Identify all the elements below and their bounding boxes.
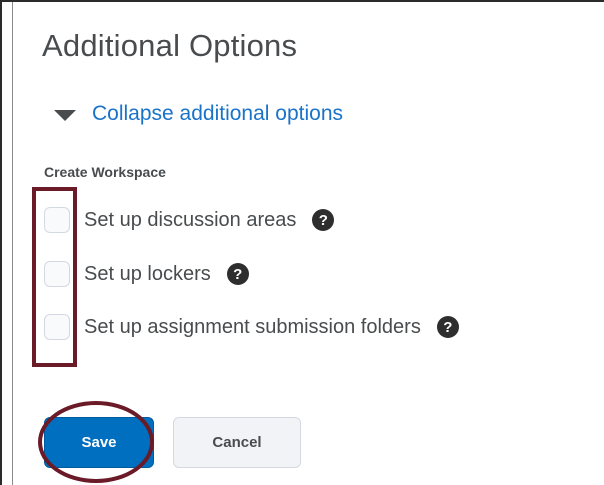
option-label: Set up discussion areas bbox=[84, 208, 297, 231]
option-label: Set up lockers bbox=[84, 262, 211, 285]
help-icon[interactable]: ? bbox=[436, 316, 459, 338]
checkbox-lockers[interactable] bbox=[44, 261, 70, 287]
save-button[interactable]: Save bbox=[44, 417, 154, 468]
page-title: Additional Options bbox=[42, 28, 298, 63]
dialog-frame: Additional Options Collapse additional o… bbox=[0, 0, 604, 485]
help-icon[interactable]: ? bbox=[312, 209, 335, 231]
help-icon[interactable]: ? bbox=[226, 263, 249, 285]
collapse-options-link[interactable]: Collapse additional options bbox=[92, 102, 343, 126]
checkbox-discussion-areas[interactable] bbox=[44, 207, 70, 233]
option-discussion-areas: Set up discussion areas ? bbox=[44, 205, 335, 235]
checkbox-assignment-folders[interactable] bbox=[44, 314, 70, 340]
caret-down-icon bbox=[54, 110, 76, 121]
option-lockers: Set up lockers ? bbox=[44, 259, 249, 289]
create-workspace-label: Create Workspace bbox=[44, 164, 166, 180]
cancel-button[interactable]: Cancel bbox=[173, 417, 301, 468]
option-assignment-folders: Set up assignment submission folders ? bbox=[44, 312, 459, 342]
option-label: Set up assignment submission folders bbox=[84, 315, 421, 338]
collapse-options-toggle[interactable]: Collapse additional options bbox=[54, 102, 343, 126]
